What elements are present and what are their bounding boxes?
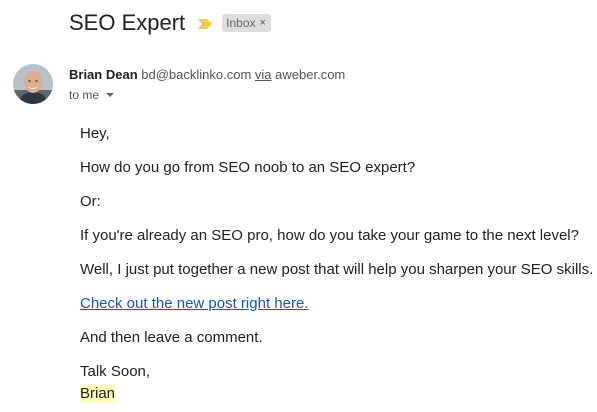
body-link-line: Check out the new post right here. (80, 294, 308, 314)
chevron-down-icon[interactable] (106, 93, 115, 97)
inbox-label-text: Inbox (226, 16, 256, 30)
sender-line: Brian Dean bd@backlinko.com via aweber.c… (69, 67, 345, 82)
sender-email: bd@backlinko.com (141, 67, 252, 82)
body-greeting: Hey, (80, 125, 110, 142)
body-signature-line: Brian (80, 384, 116, 404)
signature: Brian (80, 385, 116, 402)
label-remove-icon[interactable]: × (260, 17, 266, 29)
body-comment-request: And then leave a comment. (80, 329, 263, 346)
recipient-line: to me (69, 88, 115, 102)
via-domain: aweber.com (275, 67, 346, 82)
avatar[interactable] (13, 64, 53, 104)
importance-marker-icon[interactable] (197, 17, 213, 29)
sender-name[interactable]: Brian Dean (69, 67, 138, 82)
recipient-text: to me (69, 88, 100, 102)
subject-title: SEO Expert (69, 10, 186, 35)
body-pro-question: If you're already an SEO pro, how do you… (80, 227, 579, 244)
body-or: Or: (80, 193, 101, 210)
body-signoff: Talk Soon, (80, 363, 151, 380)
body-question: How do you go from SEO noob to an SEO ex… (80, 159, 416, 176)
body-post-intro: Well, I just put together a new post tha… (80, 261, 594, 278)
inbox-label-chip[interactable]: Inbox × (222, 14, 271, 32)
subject-row: SEO Expert Inbox × (69, 8, 271, 38)
post-link[interactable]: Check out the new post right here. (80, 295, 308, 312)
via-link[interactable]: via (255, 67, 272, 82)
